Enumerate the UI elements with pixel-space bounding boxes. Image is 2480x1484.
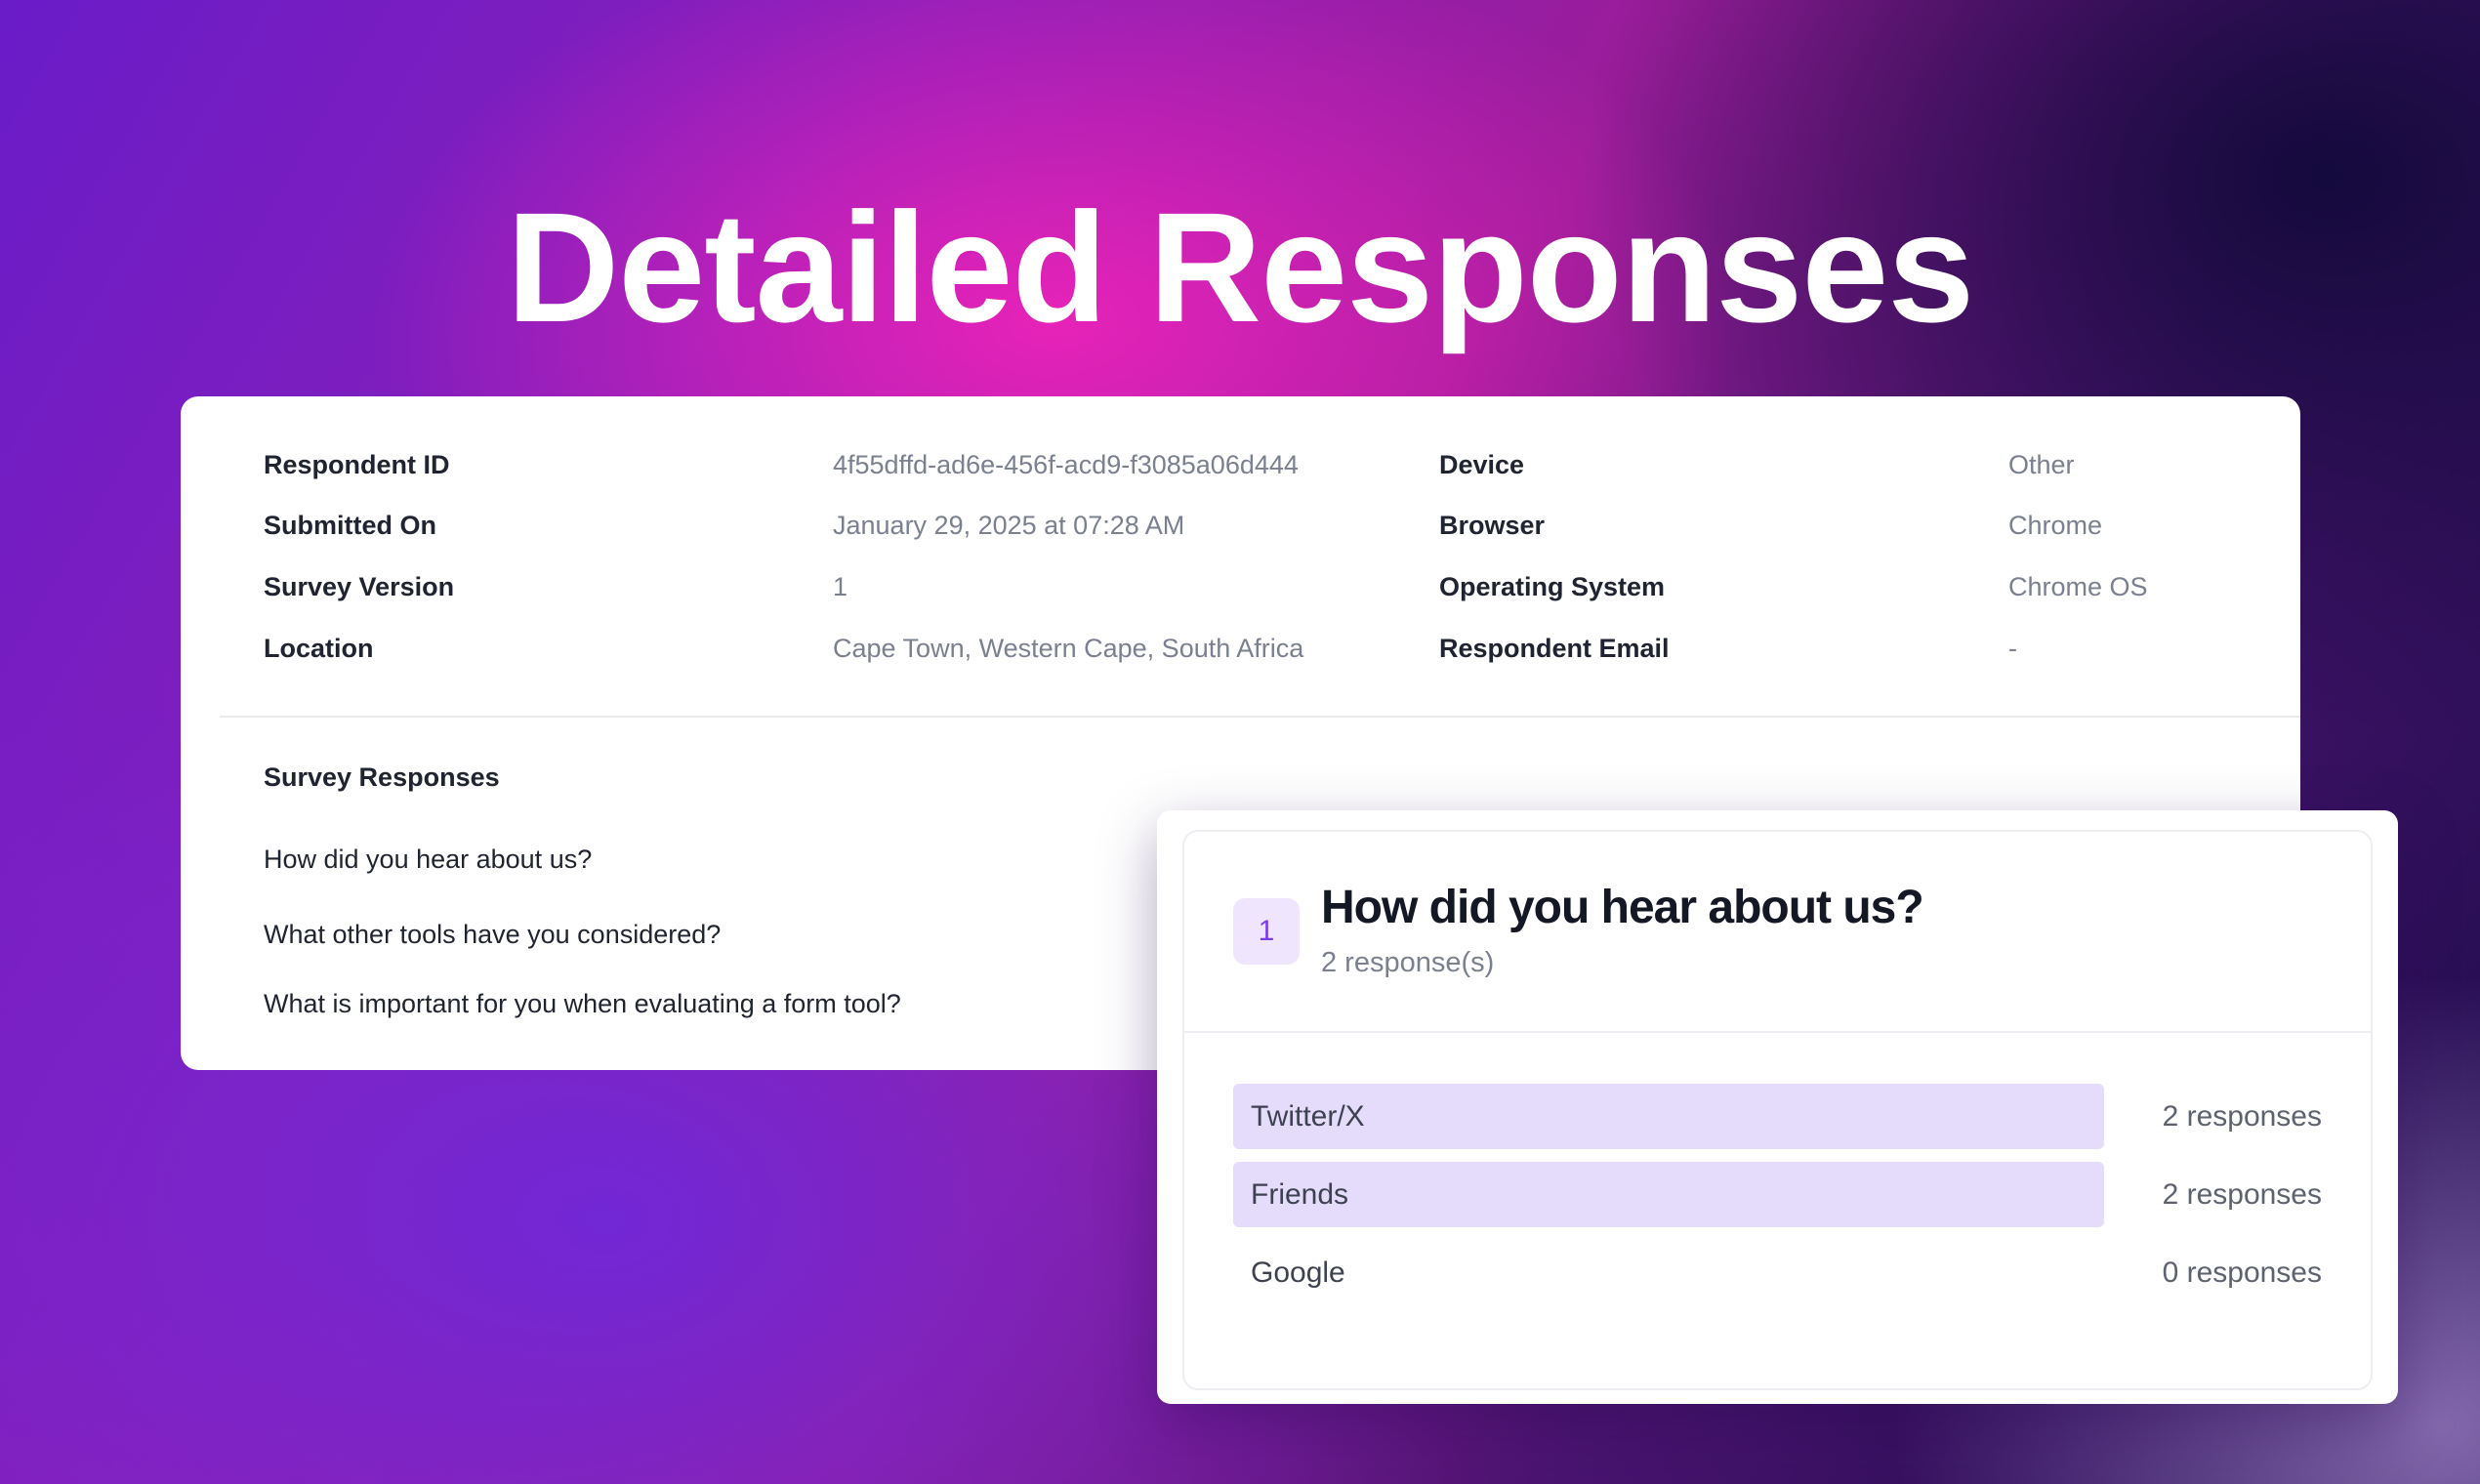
section-divider — [220, 716, 2300, 718]
option-count: 2 responses — [2162, 1099, 2322, 1133]
option-label: Twitter/X — [1251, 1099, 1365, 1133]
browser-label: Browser — [1439, 511, 1546, 540]
hero-title: Detailed Responses — [506, 180, 1975, 354]
option-bar-track — [1233, 1240, 2104, 1305]
summary-divider — [1184, 1031, 2371, 1033]
survey-version-value: 1 — [833, 572, 848, 601]
survey-responses-heading: Survey Responses — [264, 763, 500, 792]
location-value: Cape Town, Western Cape, South Africa — [833, 634, 1304, 663]
question-summary-card: 1 How did you hear about us? 2 response(… — [1157, 810, 2398, 1404]
option-bar — [1233, 1162, 2104, 1227]
browser-value: Chrome — [2008, 511, 2103, 540]
respondent-id-value: 4f55dffd-ad6e-456f-acd9-f3085a06d444 — [833, 450, 1299, 479]
operating-system-value: Chrome OS — [2008, 572, 2148, 601]
option-row: Twitter/X 2 responses — [1233, 1084, 2322, 1149]
option-count: 0 responses — [2162, 1256, 2322, 1289]
option-label: Friends — [1251, 1177, 1349, 1211]
survey-version-label: Survey Version — [264, 572, 455, 601]
submitted-on-value: January 29, 2025 at 07:28 AM — [833, 511, 1185, 540]
question-item[interactable]: What is important for you when evaluatin… — [264, 989, 901, 1019]
question-summary-title: How did you hear about us? — [1321, 882, 1924, 933]
option-row: Google 0 responses — [1233, 1240, 2322, 1305]
option-bar-track — [1233, 1162, 2104, 1227]
response-count: 2 response(s) — [1321, 947, 1495, 978]
option-label: Google — [1251, 1256, 1345, 1289]
question-number-badge: 1 — [1233, 898, 1300, 965]
question-summary-panel: 1 How did you hear about us? 2 response(… — [1182, 830, 2373, 1390]
question-item[interactable]: How did you hear about us? — [264, 845, 592, 875]
question-item[interactable]: What other tools have you considered? — [264, 920, 721, 950]
respondent-id-label: Respondent ID — [264, 450, 450, 479]
respondent-email-label: Respondent Email — [1439, 634, 1670, 663]
option-row: Friends 2 responses — [1233, 1162, 2322, 1227]
location-label: Location — [264, 634, 374, 663]
respondent-email-value: - — [2008, 634, 2017, 663]
operating-system-label: Operating System — [1439, 572, 1666, 601]
device-label: Device — [1439, 450, 1525, 479]
option-count: 2 responses — [2162, 1177, 2322, 1211]
device-value: Other — [2008, 450, 2075, 479]
submitted-on-label: Submitted On — [264, 511, 436, 540]
